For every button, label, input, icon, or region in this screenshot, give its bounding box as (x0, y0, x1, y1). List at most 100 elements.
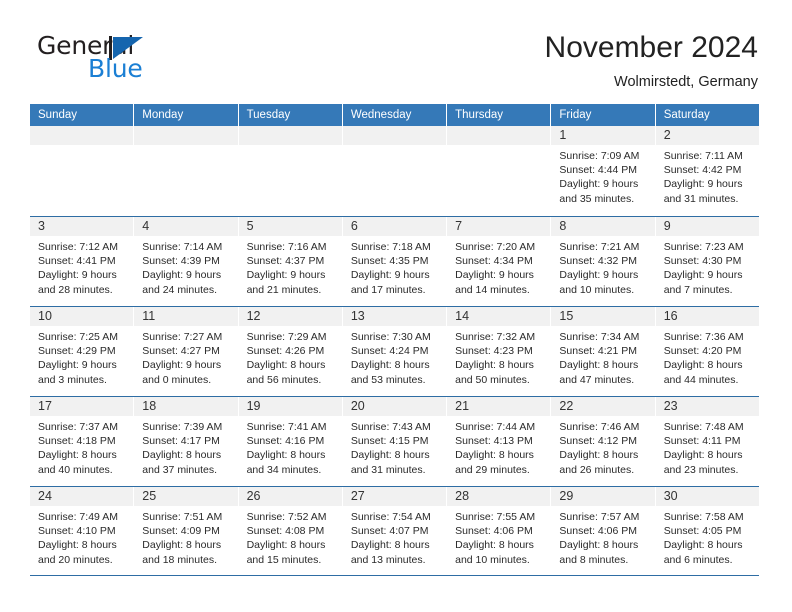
day-number: 21 (447, 397, 551, 416)
day-cell[interactable]: 13 Sunrise: 7:30 AM Sunset: 4:24 PM Dayli… (342, 307, 448, 396)
day-sun-info: Sunrise: 7:30 AM Sunset: 4:24 PM Dayligh… (350, 331, 431, 386)
day-number: 18 (134, 397, 238, 416)
weekday-wednesday: Wednesday (343, 104, 448, 126)
weekday-saturday: Saturday (663, 109, 710, 121)
day-sun-info: Sunrise: 7:54 AM Sunset: 4:07 PM Dayligh… (350, 511, 431, 566)
calendar-week-row: 3 Sunrise: 7:12 AM Sunset: 4:41 PM Daylig… (30, 216, 759, 306)
day-sun-info: Sunrise: 7:58 AM Sunset: 4:05 PM Dayligh… (663, 511, 744, 566)
logo-text-blue: Blue (88, 54, 143, 83)
calendar-grid: Sunday Monday Tuesday Wednesday Thursday… (30, 104, 759, 576)
day-cell[interactable]: 30 Sunrise: 7:58 AM Sunset: 4:05 PM Dayli… (655, 487, 759, 575)
weekday-monday: Monday (134, 104, 239, 126)
day-cell[interactable]: 27 Sunrise: 7:54 AM Sunset: 4:07 PM Dayli… (342, 487, 448, 575)
day-sun-info: Sunrise: 7:48 AM Sunset: 4:11 PM Dayligh… (663, 421, 744, 476)
day-cell[interactable] (238, 126, 343, 216)
day-number: 17 (30, 397, 134, 416)
day-cell[interactable]: 7 Sunrise: 7:20 AM Sunset: 4:34 PM Daylig… (447, 217, 552, 306)
day-cell[interactable] (447, 126, 552, 216)
day-number: 26 (238, 487, 342, 506)
day-number: 22 (551, 397, 655, 416)
day-cell[interactable]: 22 Sunrise: 7:46 AM Sunset: 4:12 PM Dayli… (551, 397, 656, 486)
day-cell[interactable]: 29 Sunrise: 7:57 AM Sunset: 4:06 PM Dayli… (551, 487, 656, 575)
calendar-page: General Blue November 2024 Wolmirstedt, … (0, 0, 792, 612)
general-blue-logo[interactable]: General Blue (32, 33, 252, 89)
day-sun-info: Sunrise: 7:49 AM Sunset: 4:10 PM Dayligh… (38, 511, 118, 566)
page-header: General Blue November 2024 Wolmirstedt, … (0, 0, 792, 102)
day-number (447, 126, 551, 145)
day-cell[interactable]: 18 Sunrise: 7:39 AM Sunset: 4:17 PM Dayli… (134, 397, 239, 486)
day-cell[interactable]: 14 Sunrise: 7:32 AM Sunset: 4:23 PM Dayli… (447, 307, 552, 396)
day-sun-info: Sunrise: 7:29 AM Sunset: 4:26 PM Dayligh… (246, 331, 327, 386)
day-sun-info: Sunrise: 7:39 AM Sunset: 4:17 PM Dayligh… (142, 421, 223, 476)
day-number: 11 (134, 307, 238, 326)
day-sun-info: Sunrise: 7:36 AM Sunset: 4:20 PM Dayligh… (663, 331, 744, 386)
day-sun-info: Sunrise: 7:18 AM Sunset: 4:35 PM Dayligh… (350, 241, 431, 296)
day-cell[interactable]: 19 Sunrise: 7:41 AM Sunset: 4:16 PM Dayli… (238, 397, 343, 486)
day-sun-info: Sunrise: 7:14 AM Sunset: 4:39 PM Dayligh… (142, 241, 223, 296)
calendar-week-row: 10 Sunrise: 7:25 AM Sunset: 4:29 PM Dayli… (30, 306, 759, 396)
day-cell[interactable]: 4 Sunrise: 7:14 AM Sunset: 4:39 PM Daylig… (134, 217, 239, 306)
day-number: 28 (447, 487, 551, 506)
day-number: 2 (655, 126, 759, 145)
day-sun-info: Sunrise: 7:11 AM Sunset: 4:42 PM Dayligh… (663, 150, 743, 205)
day-sun-info: Sunrise: 7:16 AM Sunset: 4:37 PM Dayligh… (246, 241, 327, 296)
day-cell[interactable]: 3 Sunrise: 7:12 AM Sunset: 4:41 PM Daylig… (30, 217, 135, 306)
title-block: November 2024 Wolmirstedt, Germany (545, 30, 758, 92)
day-cell[interactable]: 10 Sunrise: 7:25 AM Sunset: 4:29 PM Dayli… (30, 307, 135, 396)
day-cell[interactable]: 11 Sunrise: 7:27 AM Sunset: 4:27 PM Dayli… (134, 307, 239, 396)
day-number (342, 126, 447, 145)
day-cell[interactable]: 1 Sunrise: 7:09 AM Sunset: 4:44 PM Daylig… (551, 126, 656, 216)
day-cell[interactable] (30, 126, 135, 216)
day-sun-info: Sunrise: 7:51 AM Sunset: 4:09 PM Dayligh… (142, 511, 223, 566)
day-number (30, 126, 134, 145)
day-number: 7 (447, 217, 551, 236)
day-number: 13 (342, 307, 447, 326)
day-number: 30 (655, 487, 759, 506)
day-number: 29 (551, 487, 655, 506)
day-cell[interactable]: 12 Sunrise: 7:29 AM Sunset: 4:26 PM Dayli… (238, 307, 343, 396)
day-number (238, 126, 342, 145)
day-sun-info: Sunrise: 7:21 AM Sunset: 4:32 PM Dayligh… (559, 241, 640, 296)
calendar-week-row: 17 Sunrise: 7:37 AM Sunset: 4:18 PM Dayli… (30, 396, 759, 486)
day-number: 25 (134, 487, 238, 506)
day-cell[interactable]: 2 Sunrise: 7:11 AM Sunset: 4:42 PM Daylig… (655, 126, 759, 216)
location-subtitle: Wolmirstedt, Germany (614, 74, 758, 90)
day-cell[interactable]: 9 Sunrise: 7:23 AM Sunset: 4:30 PM Daylig… (655, 217, 759, 306)
day-cell[interactable]: 21 Sunrise: 7:44 AM Sunset: 4:13 PM Dayli… (447, 397, 552, 486)
day-cell[interactable]: 6 Sunrise: 7:18 AM Sunset: 4:35 PM Daylig… (342, 217, 448, 306)
day-cell[interactable]: 5 Sunrise: 7:16 AM Sunset: 4:37 PM Daylig… (238, 217, 343, 306)
weekday-thursday: Thursday (447, 104, 552, 126)
day-number: 27 (342, 487, 447, 506)
day-number: 23 (655, 397, 759, 416)
day-cell[interactable]: 23 Sunrise: 7:48 AM Sunset: 4:11 PM Dayli… (655, 397, 759, 486)
day-cell[interactable]: 26 Sunrise: 7:52 AM Sunset: 4:08 PM Dayli… (238, 487, 343, 575)
weekday-tuesday: Tuesday (239, 104, 343, 126)
day-cell[interactable]: 8 Sunrise: 7:21 AM Sunset: 4:32 PM Daylig… (551, 217, 656, 306)
day-cell[interactable] (342, 126, 448, 216)
day-cell[interactable]: 16 Sunrise: 7:36 AM Sunset: 4:20 PM Dayli… (655, 307, 759, 396)
day-number: 16 (655, 307, 759, 326)
day-cell[interactable] (134, 126, 239, 216)
day-sun-info: Sunrise: 7:57 AM Sunset: 4:06 PM Dayligh… (559, 511, 640, 566)
day-sun-info: Sunrise: 7:27 AM Sunset: 4:27 PM Dayligh… (142, 331, 223, 386)
weekday-friday: Friday (551, 104, 656, 126)
day-sun-info: Sunrise: 7:34 AM Sunset: 4:21 PM Dayligh… (559, 331, 640, 386)
day-sun-info: Sunrise: 7:43 AM Sunset: 4:15 PM Dayligh… (350, 421, 431, 476)
day-number: 8 (551, 217, 655, 236)
day-sun-info: Sunrise: 7:46 AM Sunset: 4:12 PM Dayligh… (559, 421, 640, 476)
day-cell[interactable]: 28 Sunrise: 7:55 AM Sunset: 4:06 PM Dayli… (447, 487, 552, 575)
day-sun-info: Sunrise: 7:09 AM Sunset: 4:44 PM Dayligh… (559, 150, 640, 205)
day-cell[interactable]: 15 Sunrise: 7:34 AM Sunset: 4:21 PM Dayli… (551, 307, 656, 396)
day-number: 3 (30, 217, 134, 236)
day-cell[interactable]: 17 Sunrise: 7:37 AM Sunset: 4:18 PM Dayli… (30, 397, 135, 486)
day-cell[interactable]: 25 Sunrise: 7:51 AM Sunset: 4:09 PM Dayli… (134, 487, 239, 575)
day-number: 9 (655, 217, 759, 236)
day-cell[interactable]: 24 Sunrise: 7:49 AM Sunset: 4:10 PM Dayli… (30, 487, 135, 575)
day-number: 6 (342, 217, 447, 236)
day-number: 12 (238, 307, 342, 326)
day-sun-info: Sunrise: 7:23 AM Sunset: 4:30 PM Dayligh… (663, 241, 744, 296)
day-cell[interactable]: 20 Sunrise: 7:43 AM Sunset: 4:15 PM Dayli… (342, 397, 448, 486)
weekday-header-row: Sunday Monday Tuesday Wednesday Thursday… (30, 104, 759, 126)
day-sun-info: Sunrise: 7:37 AM Sunset: 4:18 PM Dayligh… (38, 421, 118, 476)
calendar-week-row: 24 Sunrise: 7:49 AM Sunset: 4:10 PM Dayli… (30, 486, 759, 576)
